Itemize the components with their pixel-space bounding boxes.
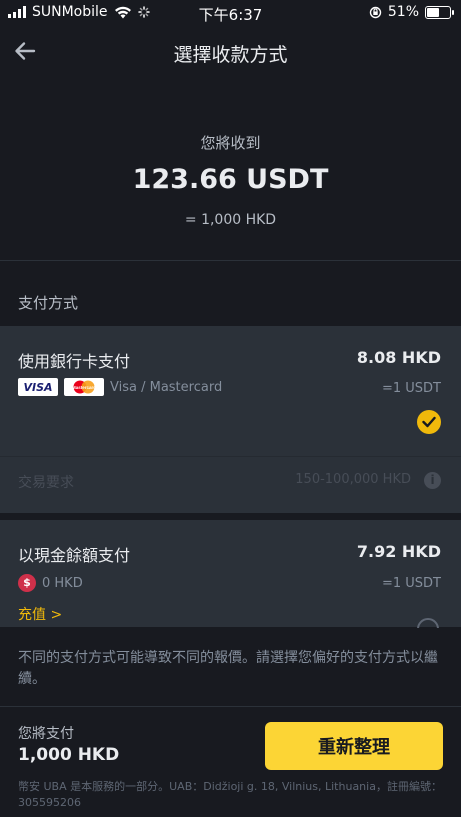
payment-method-card[interactable]: 使用銀行卡支付 8.08 HKD VISA Mastercard Visa / …: [0, 326, 461, 513]
requirement-label: 交易要求: [18, 475, 74, 491]
top-up-link[interactable]: 充值 >: [18, 604, 62, 624]
cash-method-name: 以現金餘額支付: [18, 546, 131, 565]
page-title: 選擇收款方式: [173, 44, 288, 66]
payment-method-cash[interactable]: 以現金餘額支付 7.92 HKD $ 0 HKD =1 USDT 充值 >: [0, 520, 461, 640]
visa-logo-icon: VISA: [18, 378, 58, 396]
card-method-networks: Visa / Mastercard: [110, 379, 223, 395]
cash-dollar-icon: $: [18, 574, 36, 592]
card-method-details: VISA Mastercard Visa / Mastercard =1 USD…: [18, 378, 441, 400]
cash-method-sub: $ 0 HKD: [18, 574, 83, 592]
card-method-price: 8.08 HKD: [356, 348, 441, 367]
cash-method-actions: 充值 >: [18, 604, 441, 640]
cash-balance: 0 HKD: [42, 575, 83, 591]
receive-amount: 123.66 USDT: [132, 164, 329, 195]
card-method-header: 使用銀行卡支付 8.08 HKD: [18, 348, 441, 371]
refresh-button[interactable]: 重新整理: [265, 722, 443, 770]
receive-label: 您將收到: [200, 134, 261, 152]
info-icon[interactable]: i: [424, 472, 441, 489]
notice-panel: 不同的支付方式可能導致不同的報價。請選擇您偏好的支付方式以繼續。: [0, 628, 461, 706]
status-bar: SUNMobile 下午6:37 51%: [0, 0, 461, 26]
footer: 您將支付 1,000 HKD 重新整理 幣安 UBA 是本服務的一部分。UAB：…: [0, 706, 461, 817]
divider: [0, 260, 461, 261]
card-method-check-row: [18, 410, 441, 436]
legal-text: 幣安 UBA 是本服務的一部分。UAB：Didžioji g. 18, Viln…: [18, 780, 442, 809]
card-method-rate: =1 USDT: [381, 381, 441, 396]
cash-method-price: 7.92 HKD: [356, 542, 441, 561]
payment-section-title: 支付方式: [18, 294, 79, 312]
requirement-row: 交易要求 150-100,000 HKD i: [18, 472, 441, 492]
mastercard-logo-text: Mastercard: [72, 385, 96, 390]
cash-method-header: 以現金餘額支付 7.92 HKD: [18, 542, 441, 565]
requirement-range: 150-100,000 HKD: [295, 472, 411, 487]
mastercard-logo-icon: Mastercard: [64, 378, 104, 396]
nav-bar: 選擇收款方式: [0, 26, 461, 78]
orientation-lock-icon: [369, 6, 382, 18]
notice-text: 不同的支付方式可能導致不同的報價。請選擇您偏好的支付方式以繼續。: [18, 650, 438, 687]
divider: [0, 456, 461, 457]
selected-check-icon[interactable]: [417, 410, 441, 434]
receive-summary: 您將收到 123.66 USDT = 1,000 HKD: [0, 78, 461, 260]
receive-converted: = 1,000 HKD: [184, 212, 277, 228]
card-method-sub: VISA Mastercard Visa / Mastercard: [18, 378, 222, 396]
battery-percent: 51%: [387, 4, 419, 20]
battery-icon: [425, 5, 454, 19]
pay-label: 您將支付: [18, 726, 74, 742]
pay-amount: 1,000 HKD: [18, 745, 120, 765]
cash-method-rate: =1 USDT: [381, 576, 441, 591]
status-right: 51%: [369, 4, 454, 20]
cash-method-details: $ 0 HKD =1 USDT: [18, 574, 441, 594]
card-method-name: 使用銀行卡支付: [18, 352, 131, 371]
